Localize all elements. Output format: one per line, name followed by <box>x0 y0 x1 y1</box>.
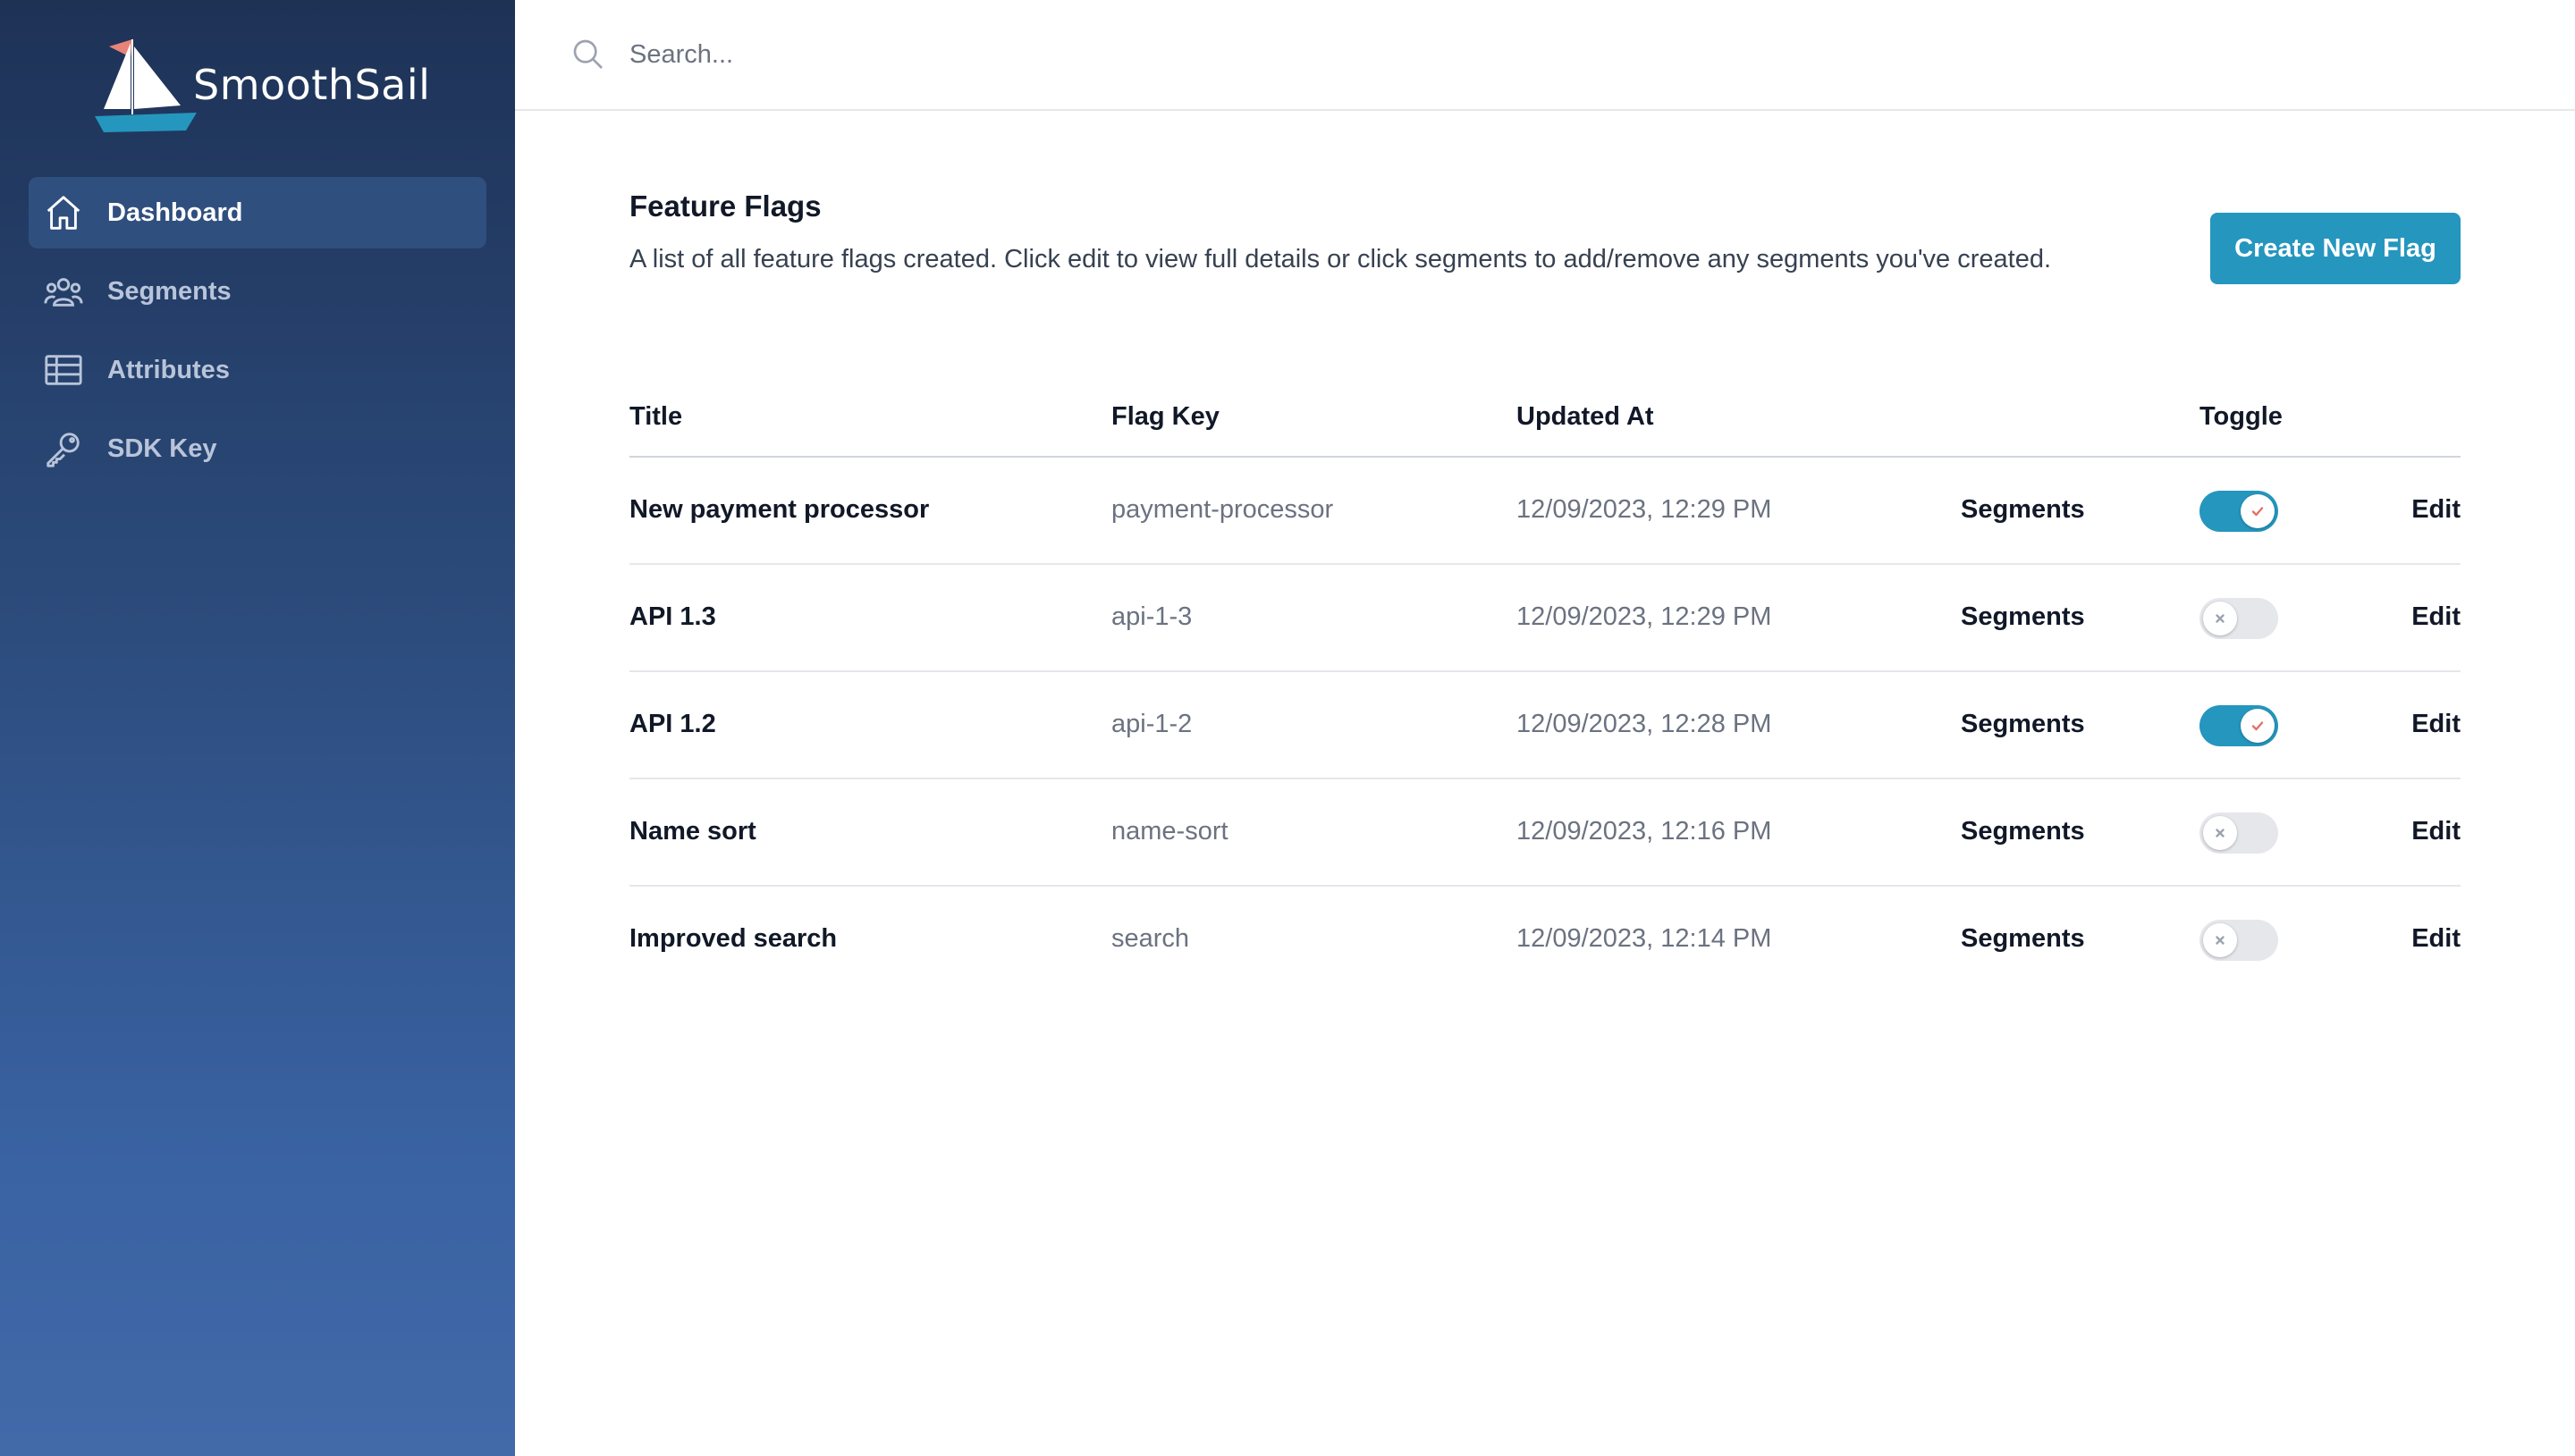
create-new-flag-button[interactable]: Create New Flag <box>2210 213 2461 284</box>
column-header-toggle: Toggle <box>2199 402 2283 431</box>
flag-toggle[interactable] <box>2199 598 2278 639</box>
sidebar-item-sdk-key[interactable]: SDK Key <box>29 413 486 484</box>
sidebar-item-dashboard[interactable]: Dashboard <box>29 177 486 248</box>
x-icon <box>2216 829 2225 837</box>
x-icon <box>2216 936 2225 945</box>
users-icon <box>43 271 84 312</box>
flag-toggle[interactable] <box>2199 491 2278 532</box>
top-bar <box>515 0 2575 111</box>
x-icon <box>2216 614 2225 623</box>
flag-updated-at: 12/09/2023, 12:16 PM <box>1516 817 1772 846</box>
edit-link[interactable]: Edit <box>2411 924 2461 954</box>
key-icon <box>43 428 84 469</box>
flag-title: Improved search <box>629 924 838 953</box>
sidebar-item-label: Attributes <box>107 355 230 384</box>
sidebar-item-label: SDK Key <box>107 433 217 463</box>
brand-name: SmoothSail <box>193 61 431 109</box>
flag-toggle[interactable] <box>2199 812 2278 854</box>
flag-updated-at: 12/09/2023, 12:14 PM <box>1516 924 1772 953</box>
column-header-title: Title <box>629 402 683 431</box>
flag-key: api-1-3 <box>1111 602 1193 631</box>
edit-link[interactable]: Edit <box>2411 710 2461 739</box>
toggle-knob <box>2203 602 2237 635</box>
page-title: Feature Flags <box>629 189 822 223</box>
flag-title: New payment processor <box>629 495 930 524</box>
flag-toggle[interactable] <box>2199 705 2278 746</box>
sidebar-item-attributes[interactable]: Attributes <box>29 334 486 406</box>
flag-updated-at: 12/09/2023, 12:29 PM <box>1516 602 1772 631</box>
sailboat-logo-icon <box>95 39 197 132</box>
toggle-knob <box>2241 709 2275 743</box>
sidebar-item-label: Segments <box>107 276 232 306</box>
table-row: API 1.2 api-1-2 12/09/2023, 12:28 PM Seg… <box>629 672 2461 779</box>
segments-link[interactable]: Segments <box>1961 924 2085 954</box>
table-row: Improved search search 12/09/2023, 12:14… <box>629 887 2461 994</box>
home-icon <box>43 192 84 233</box>
check-icon <box>2251 721 2264 731</box>
search-input[interactable] <box>628 38 1436 71</box>
segments-link[interactable]: Segments <box>1961 495 2085 525</box>
sidebar-nav: Dashboard Segments Attributes SDK Key <box>29 177 486 492</box>
flag-title: Name sort <box>629 817 756 846</box>
flag-updated-at: 12/09/2023, 12:28 PM <box>1516 710 1772 738</box>
edit-link[interactable]: Edit <box>2411 495 2461 525</box>
toggle-knob <box>2203 816 2237 850</box>
check-icon <box>2251 507 2264 517</box>
toggle-knob <box>2241 494 2275 528</box>
page-description: A list of all feature flags created. Cli… <box>629 245 2052 274</box>
edit-link[interactable]: Edit <box>2411 602 2461 632</box>
sidebar: SmoothSail Dashboard Segments Attributes… <box>0 0 515 1456</box>
flag-key: api-1-2 <box>1111 710 1193 738</box>
flags-table: Title Flag Key Updated At Toggle New pay… <box>629 381 2461 994</box>
flag-key: name-sort <box>1111 817 1228 846</box>
brand-logo[interactable]: SmoothSail <box>93 34 469 136</box>
column-header-updated-at: Updated At <box>1516 402 1654 431</box>
column-header-flag-key: Flag Key <box>1111 402 1220 431</box>
flag-title: API 1.3 <box>629 602 716 631</box>
table-header: Title Flag Key Updated At Toggle <box>629 381 2461 458</box>
search-icon <box>570 37 606 72</box>
flag-key: payment-processor <box>1111 495 1334 524</box>
table-icon <box>43 349 84 391</box>
table-row: Name sort name-sort 12/09/2023, 12:16 PM… <box>629 779 2461 887</box>
segments-link[interactable]: Segments <box>1961 817 2085 846</box>
toggle-knob <box>2203 923 2237 957</box>
segments-link[interactable]: Segments <box>1961 602 2085 632</box>
flag-toggle[interactable] <box>2199 920 2278 961</box>
flag-key: search <box>1111 924 1190 953</box>
table-row: API 1.3 api-1-3 12/09/2023, 12:29 PM Seg… <box>629 565 2461 672</box>
segments-link[interactable]: Segments <box>1961 710 2085 739</box>
flag-title: API 1.2 <box>629 710 716 738</box>
sidebar-item-label: Dashboard <box>107 198 243 227</box>
table-row: New payment processor payment-processor … <box>629 458 2461 565</box>
flag-updated-at: 12/09/2023, 12:29 PM <box>1516 495 1772 524</box>
edit-link[interactable]: Edit <box>2411 817 2461 846</box>
sidebar-item-segments[interactable]: Segments <box>29 256 486 327</box>
